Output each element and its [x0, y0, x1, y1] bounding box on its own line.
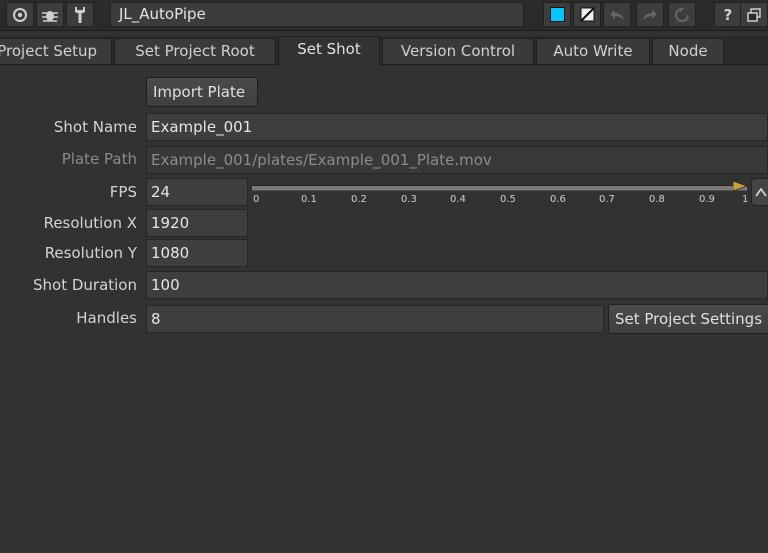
float-window-icon[interactable] — [740, 2, 768, 27]
resolution-y-label: Resolution Y — [44, 244, 137, 262]
slider-tick: 1 — [742, 194, 749, 205]
wrench-icon-glyph — [75, 6, 85, 23]
cyan-swatch-icon[interactable] — [543, 2, 571, 27]
tab-auto-write[interactable]: Auto Write — [536, 38, 650, 64]
slider-tick: 0 — [253, 194, 260, 205]
resolution-x-field[interactable]: 1920 — [146, 209, 248, 237]
slider-tick: 0.3 — [401, 194, 417, 205]
shot-duration-field[interactable]: 100 — [146, 271, 768, 299]
bug-icon[interactable] — [36, 2, 64, 27]
tab-project-setup[interactable]: Project Setup — [0, 38, 112, 64]
set-project-settings-button[interactable]: Set Project Settings — [608, 304, 768, 334]
undo-icon[interactable] — [603, 2, 631, 27]
slider-tick: 0.7 — [599, 194, 615, 205]
toolbar: JL_AutoPipe ? — [0, 0, 768, 31]
handles-label: Handles — [76, 309, 137, 327]
tab-node[interactable]: Node — [652, 38, 724, 64]
settings-icon-glyph — [13, 7, 27, 22]
slider-tick: 0.5 — [500, 194, 516, 205]
slider-tick: 0.2 — [351, 194, 367, 205]
slider-tick: 0.9 — [699, 194, 715, 205]
redo-icon[interactable] — [636, 2, 664, 27]
fps-field[interactable]: 24 — [146, 178, 248, 206]
shot-duration-label: Shot Duration — [32, 276, 137, 294]
undo-glyph — [610, 9, 624, 20]
tab-version-control[interactable]: Version Control — [382, 38, 534, 64]
plate-path-field: Example_001/plates/Example_001_Plate.mov — [146, 146, 768, 174]
import-plate-button[interactable]: Import Plate — [146, 77, 258, 107]
fps-slider-toggle-button[interactable] — [751, 178, 768, 206]
wrench-icon[interactable] — [66, 2, 94, 27]
swatch-slash-glyph — [579, 7, 595, 22]
redo-glyph — [643, 9, 657, 20]
revert-icon[interactable] — [668, 2, 696, 27]
plate-path-label: Plate Path — [61, 150, 137, 168]
tab-set-shot[interactable]: Set Shot — [278, 36, 380, 65]
resolution-y-field[interactable]: 1080 — [146, 239, 248, 267]
resolution-x-label: Resolution X — [43, 214, 137, 232]
fps-label: FPS — [109, 183, 137, 201]
fps-slider-track[interactable] — [252, 185, 747, 191]
help-icon[interactable]: ? — [714, 2, 742, 27]
handles-field[interactable]: 8 — [146, 305, 604, 333]
cyan-swatch — [549, 7, 565, 22]
revert-glyph — [675, 6, 689, 22]
tab-bar: Project Setup Set Project Root Set Shot … — [0, 36, 768, 65]
settings-icon[interactable] — [6, 2, 34, 27]
slider-tick: 0.8 — [649, 194, 665, 205]
slider-tick: 0.4 — [450, 194, 466, 205]
chevron-up-icon — [755, 187, 767, 197]
shot-name-label: Shot Name — [53, 118, 137, 136]
float-window-glyph — [747, 7, 761, 22]
shot-name-field[interactable]: Example_001 — [146, 113, 768, 141]
bug-icon-glyph — [42, 10, 58, 22]
slider-tick: 0.6 — [550, 194, 566, 205]
fps-slider-handle[interactable] — [733, 180, 749, 192]
panel-title-field[interactable]: JL_AutoPipe — [110, 2, 524, 27]
tab-set-project-root[interactable]: Set Project Root — [114, 38, 276, 64]
slider-tick: 0.1 — [301, 194, 317, 205]
swatch-slash-icon[interactable] — [573, 2, 601, 27]
